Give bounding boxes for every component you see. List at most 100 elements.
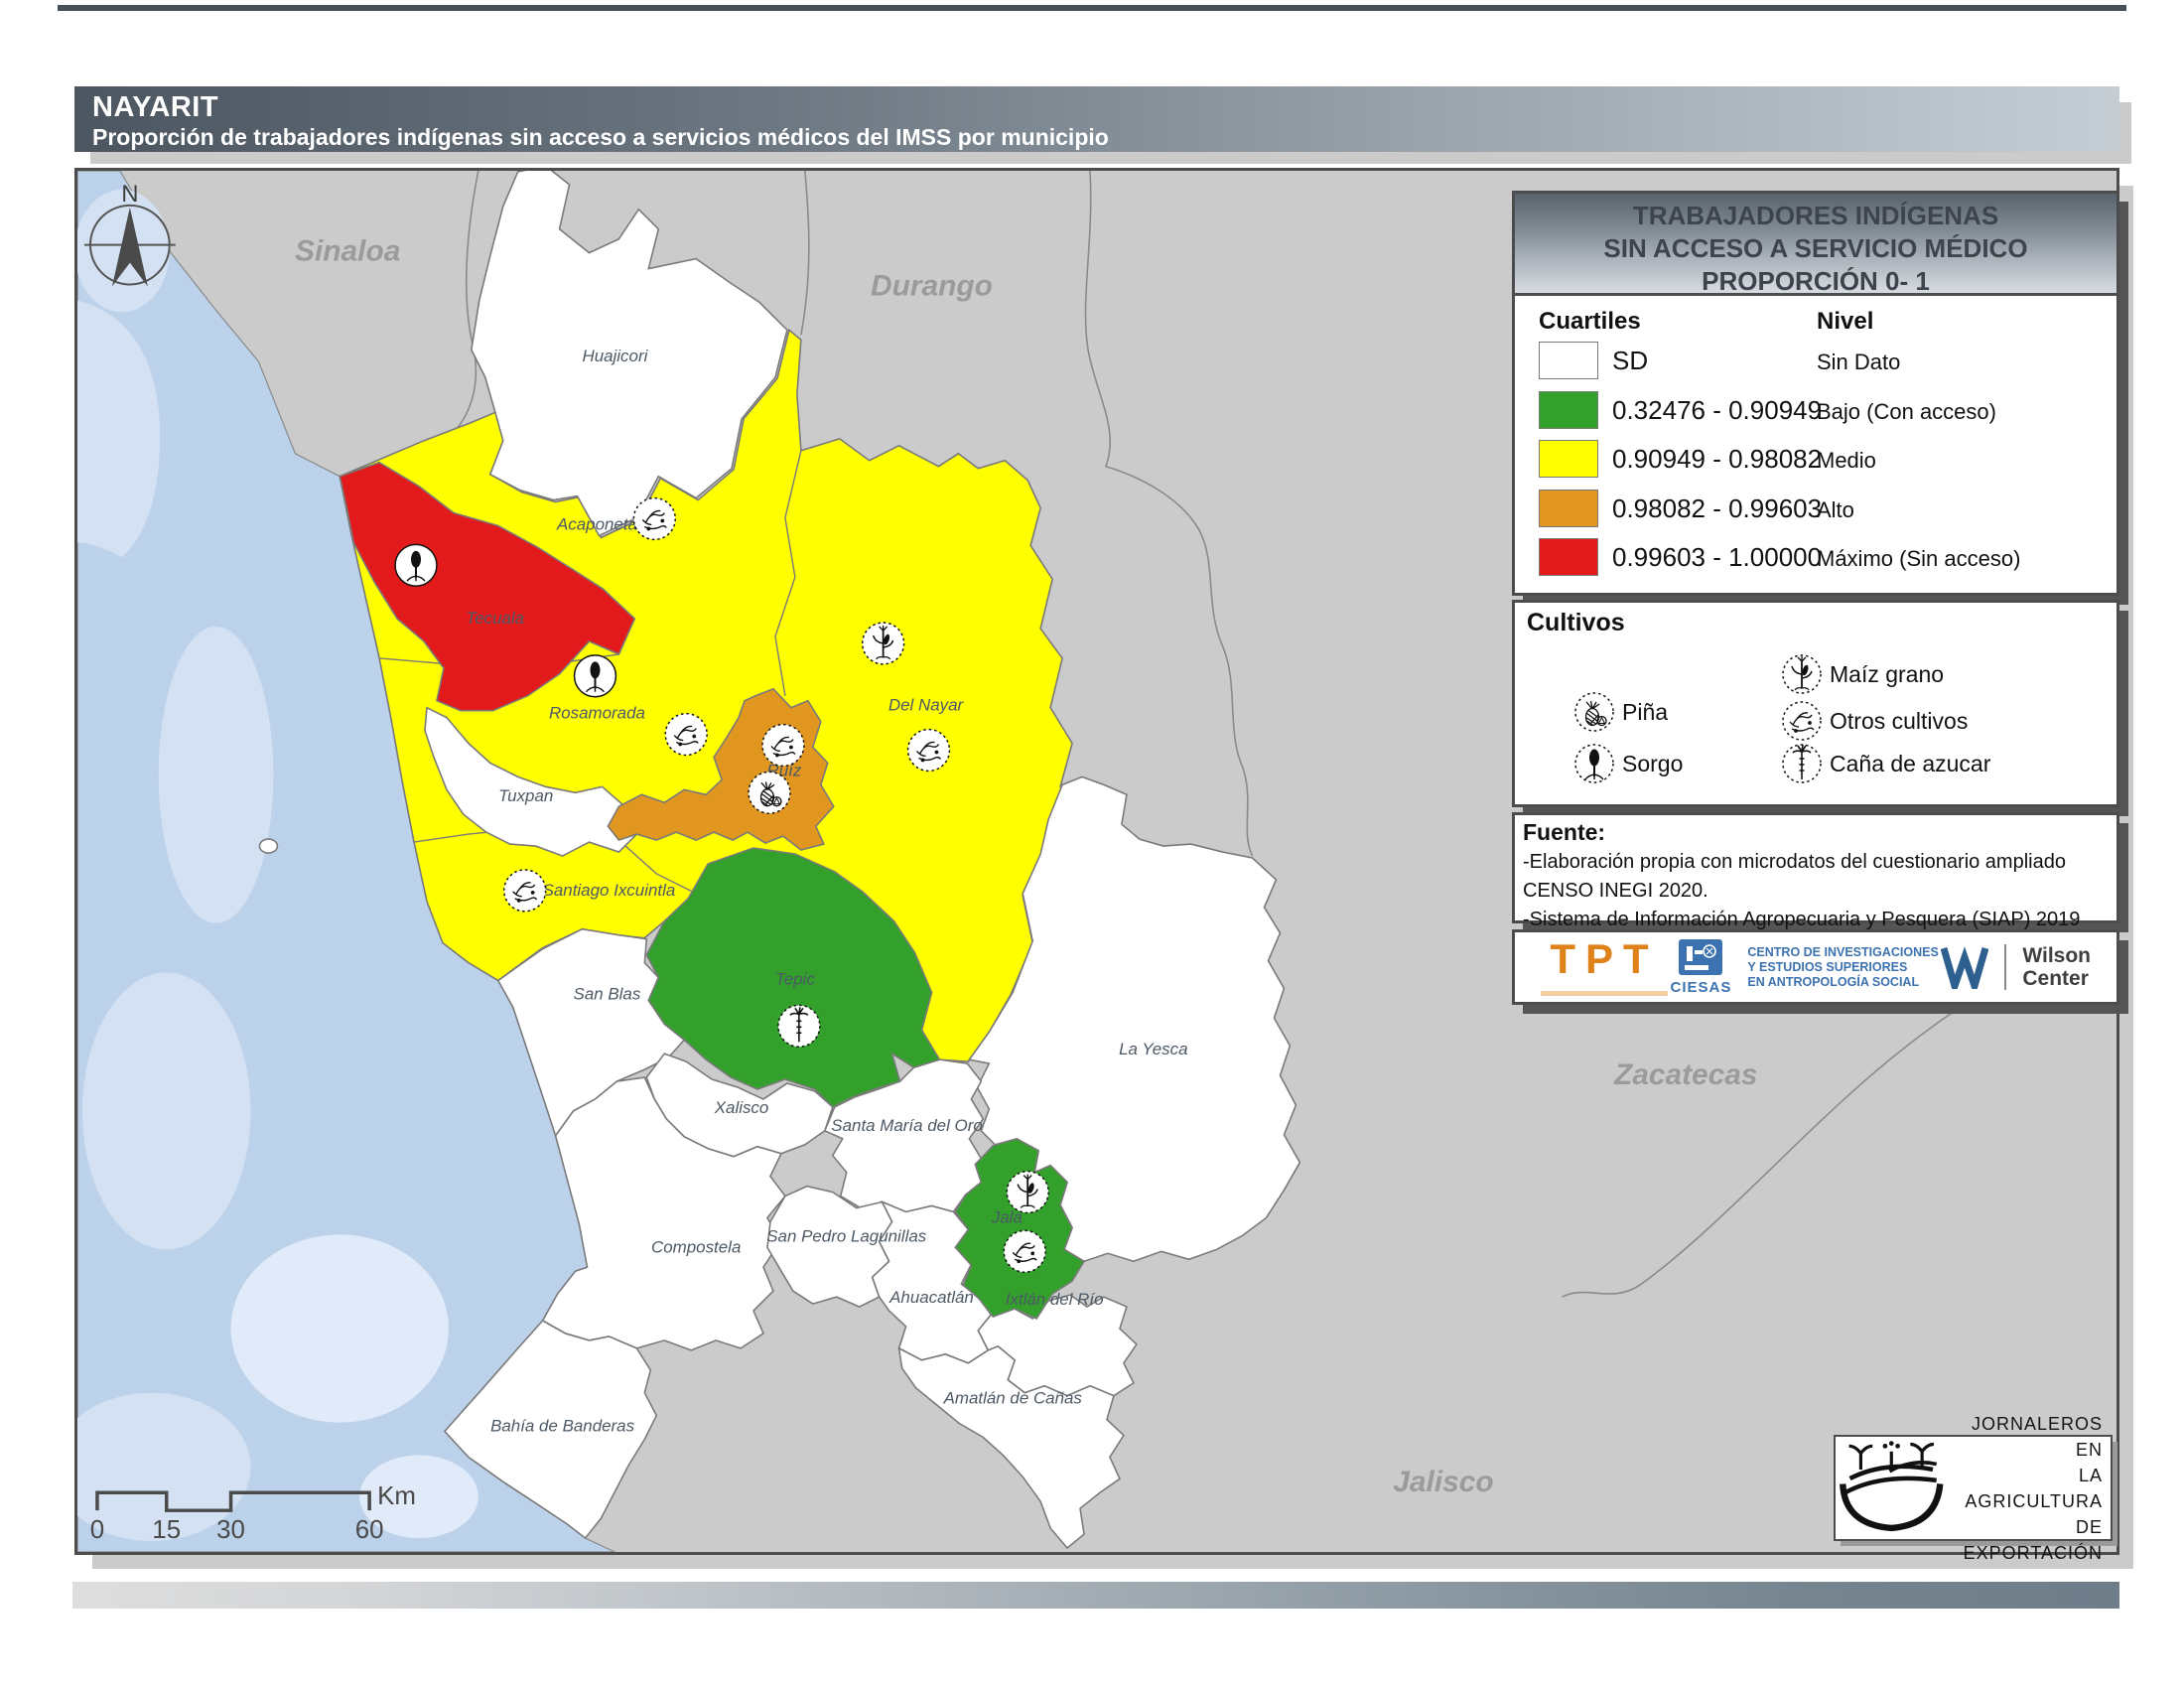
- sorgo-icon: [575, 655, 616, 697]
- legend-nivel: Alto: [1817, 497, 1854, 523]
- state-label-sinaloa: Sinaloa: [295, 235, 400, 268]
- legend-class-row: 0.98082 - 0.99603Alto: [1515, 490, 2116, 527]
- tpt-logo: TPT: [1541, 938, 1668, 996]
- fuente-line: CENSO INEGI 2020.: [1523, 880, 1708, 903]
- municipality-label: Bahía de Banderas: [490, 1417, 635, 1436]
- cultivo-label: Caña de azucar: [1830, 751, 1990, 777]
- logos-box: TPT CIESAS CENTRO DE INVESTIGACIONES Y E…: [1512, 929, 2119, 1005]
- jornaleros-field-icon: [1836, 1439, 1953, 1538]
- scale-tick-label: 60: [355, 1516, 384, 1544]
- scale-tick-label: 0: [90, 1516, 104, 1544]
- otros-icon: [1004, 1230, 1045, 1272]
- municipality-label: Del Nayar: [888, 696, 965, 715]
- legend-nivel: Medio: [1817, 448, 1876, 474]
- otros-icon: [633, 498, 675, 540]
- otros-icon: [1779, 698, 1825, 744]
- fuente-line: -Elaboración propia con microdatos del c…: [1523, 851, 2066, 874]
- state-label-durango: Durango: [871, 269, 993, 302]
- legend-swatch: [1539, 538, 1598, 576]
- cultivos-header: Cultivos: [1527, 609, 1625, 637]
- legend-swatch: [1539, 391, 1598, 429]
- state-label-jalisco: Jalisco: [1393, 1466, 1493, 1498]
- ciesas-name-line2: Y ESTUDIOS SUPERIORES: [1747, 960, 1938, 975]
- otros-icon: [762, 725, 804, 767]
- jornaleros-text: JORNALEROS EN LA AGRICULTURA DE EXPORTAC…: [1953, 1411, 2111, 1566]
- cana-icon: [778, 1005, 820, 1047]
- wilson-divider: [2004, 944, 2006, 990]
- legend-title-line1: TRABAJADORES INDÍGENAS: [1515, 200, 2116, 232]
- legend-box: TRABAJADORES INDÍGENAS SIN ACCESO A SERV…: [1512, 191, 2119, 596]
- ciesas-name: CENTRO DE INVESTIGACIONES Y ESTUDIOS SUP…: [1747, 945, 1938, 990]
- legend-swatch: [1539, 342, 1598, 379]
- legend-range: 0.99603 - 1.00000: [1612, 542, 1822, 573]
- municipality-label: San Pedro Lagunillas: [766, 1226, 927, 1245]
- bottom-gradient-bar: [72, 1582, 2119, 1609]
- municipality-label: San Blas: [574, 984, 641, 1003]
- municipality-label: Tecuala: [466, 609, 524, 628]
- legend-range: SD: [1612, 346, 1648, 376]
- cultivo-label: Piña: [1622, 699, 1668, 726]
- otros-icon: [504, 870, 546, 912]
- ciesas-icon: [1678, 938, 1723, 978]
- north-label: N: [121, 181, 138, 208]
- legend-nivel: Bajo (Con acceso): [1817, 399, 1996, 425]
- legend-swatch: [1539, 440, 1598, 478]
- state-label-zacatecas: Zacatecas: [1613, 1058, 1758, 1091]
- jornaleros-line3: DE EXPORTACIÓN: [1953, 1514, 2103, 1566]
- legend-class-row: 0.99603 - 1.00000Máximo (Sin acceso): [1515, 538, 2116, 576]
- pina-icon: [749, 772, 790, 813]
- legend-title-line2: SIN ACCESO A SERVICIO MÉDICO: [1515, 232, 2116, 265]
- municipality-label: Santiago Ixcuintla: [543, 881, 676, 900]
- wilson-center-logo: Wilson Center: [1941, 944, 2091, 990]
- municipality-label: Xalisco: [714, 1098, 769, 1117]
- scale-tick-label: 15: [152, 1516, 181, 1544]
- municipality-label: Rosamorada: [549, 704, 645, 723]
- legend-range: 0.32476 - 0.90949: [1612, 395, 1822, 426]
- legend-class-row: 0.32476 - 0.90949Bajo (Con acceso): [1515, 391, 2116, 429]
- tpt-wordmark: TPT: [1550, 938, 1658, 980]
- legend-body: Cuartiles Nivel SD Sin Dato 0.32476 - 0.90…: [1515, 296, 2116, 590]
- legend-nivel: Máximo (Sin acceso): [1817, 546, 2020, 572]
- legend-title-line3: PROPORCIÓN 0- 1: [1515, 265, 2116, 298]
- legend-range: 0.90949 - 0.98082: [1612, 444, 1822, 475]
- municipality-label: Amatlán de Cañas: [943, 1389, 1083, 1408]
- municipality-label: Compostela: [651, 1237, 741, 1256]
- cuartiles-header: Cuartiles: [1539, 308, 1641, 336]
- nivel-header: Nivel: [1817, 308, 1873, 336]
- legend-nivel: Sin Dato: [1817, 350, 1900, 375]
- legend-swatch: [1539, 490, 1598, 527]
- legend-range: 0.98082 - 0.99603: [1612, 493, 1822, 524]
- top-rule: [58, 5, 2126, 11]
- jornaleros-logo-box: JORNALEROS EN LA AGRICULTURA DE EXPORTAC…: [1834, 1435, 2113, 1541]
- municipality-label: Tuxpan: [498, 786, 553, 805]
- cultivo-label: Otros cultivos: [1830, 708, 1968, 735]
- title-bar: NAYARIT Proporción de trabajadores indíg…: [74, 86, 2119, 152]
- sorgo-icon: [1571, 741, 1617, 786]
- municipality-label: Santa María del Oro: [831, 1116, 982, 1135]
- page: NAYARIT Proporción de trabajadores indíg…: [0, 0, 2184, 1688]
- municipality-label: Huajicori: [582, 347, 648, 365]
- scale-tick-label: 30: [216, 1516, 245, 1544]
- fuente-line: -Sistema de Información Agropecuaria y P…: [1523, 909, 2080, 931]
- jornaleros-line2: LA AGRICULTURA: [1953, 1463, 2103, 1514]
- ciesas-name-line1: CENTRO DE INVESTIGACIONES: [1747, 945, 1938, 960]
- wilson-line2: Center: [2022, 967, 2091, 990]
- island: [259, 839, 277, 853]
- pina-icon: [1571, 689, 1617, 735]
- cultivo-label: Sorgo: [1622, 751, 1683, 777]
- ciesas-wordmark: CIESAS: [1671, 979, 1732, 996]
- sorgo-icon: [395, 544, 437, 586]
- otros-icon: [908, 730, 950, 772]
- cana-icon: [1779, 741, 1825, 786]
- municipality-label: Ixtlán del Río: [1006, 1290, 1104, 1309]
- ciesas-name-line3: EN ANTROPOLOGÍA SOCIAL: [1747, 975, 1938, 990]
- fuente-header: Fuente:: [1523, 819, 1605, 846]
- ciesas-logo: CIESAS CENTRO DE INVESTIGACIONES Y ESTUD…: [1671, 938, 1939, 996]
- page-subtitle: Proporción de trabajadores indígenas sin…: [92, 124, 1109, 151]
- municipality-label: Acaponeta: [556, 514, 637, 533]
- maiz-icon: [1779, 651, 1825, 697]
- municipality-label: La Yesca: [1119, 1040, 1187, 1058]
- wilson-w-icon: [1941, 945, 1988, 989]
- cultivos-box: Cultivos PiñaSorgoMaíz granoOtros cultiv…: [1512, 600, 2119, 807]
- municipality-label: Jala: [991, 1207, 1023, 1226]
